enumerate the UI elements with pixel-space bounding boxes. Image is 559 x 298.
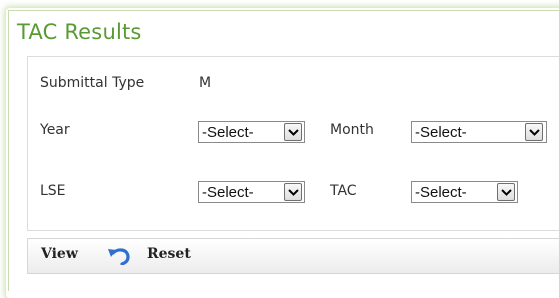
tac-select[interactable]: -Select- xyxy=(411,181,518,203)
chevron-down-icon[interactable] xyxy=(525,123,543,141)
undo-arrow-icon[interactable] xyxy=(106,247,132,265)
year-select-value: -Select- xyxy=(202,124,254,141)
month-select[interactable]: -Select- xyxy=(411,121,547,143)
chevron-down-icon[interactable] xyxy=(497,183,515,201)
reset-button[interactable]: Reset xyxy=(147,246,191,262)
chevron-down-icon[interactable] xyxy=(284,123,302,141)
year-select[interactable]: -Select- xyxy=(198,121,305,143)
year-label: Year xyxy=(40,122,70,138)
page-title: TAC Results xyxy=(17,20,142,44)
lse-label: LSE xyxy=(40,183,66,199)
submittal-type-value: M xyxy=(199,75,212,91)
tac-select-value: -Select- xyxy=(415,184,467,201)
submittal-type-label: Submittal Type xyxy=(40,75,145,91)
lse-select-value: -Select- xyxy=(202,184,254,201)
lse-select[interactable]: -Select- xyxy=(198,181,305,203)
month-select-value: -Select- xyxy=(415,124,467,141)
month-label: Month xyxy=(330,122,374,138)
chevron-down-icon[interactable] xyxy=(284,183,302,201)
view-button[interactable]: View xyxy=(41,246,78,262)
page: TAC Results Submittal Type M Year -Selec… xyxy=(0,0,559,291)
tac-label: TAC xyxy=(330,183,357,199)
